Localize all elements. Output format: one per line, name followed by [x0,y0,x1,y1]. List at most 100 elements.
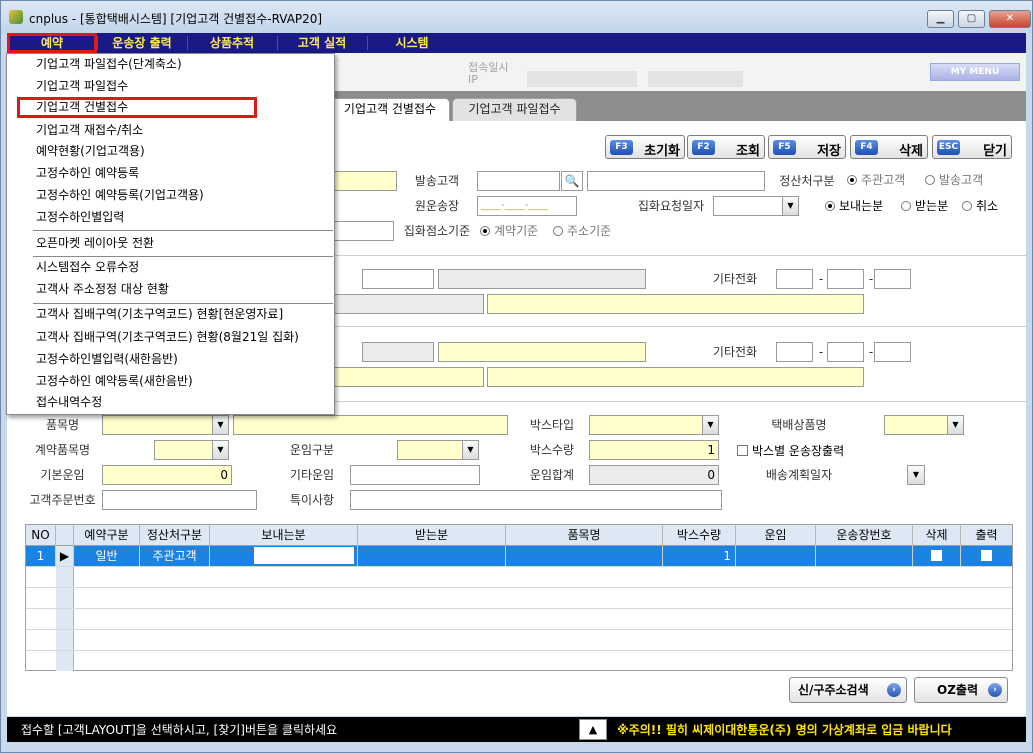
menu-system[interactable]: 시스템 [367,33,457,53]
pickup-date-select[interactable]: ▼ [713,196,799,216]
receiver-other-phone-part1[interactable] [776,342,813,362]
minimize-button[interactable]: ▁ [927,10,954,28]
base-fare-field[interactable]: 0 [102,465,232,485]
menu-item-system-error-fix[interactable]: 시스템접수 오류수정 [7,257,334,278]
delivery-plan-label: 배송계획일자 [759,464,839,486]
oz-print-button[interactable]: OZ출력 › [914,677,1008,703]
receiver-other-phone-part3[interactable] [874,342,911,362]
settle-radio-sender[interactable]: 발송고객 [925,171,983,189]
menu-item-file-receipt-simple[interactable]: 기업고객 파일접수(단계축소) [7,54,334,75]
my-menu-button[interactable]: MY MENU [930,63,1020,81]
direction-radio-send[interactable]: 보내는분 [825,197,883,215]
table-row[interactable] [26,651,1012,672]
menu-item-fixed-receiver-reg[interactable]: 고정수하인 예약등록 [7,163,334,184]
original-waybill-field[interactable]: ____-____-____ [477,196,577,216]
per-box-print-checkbox[interactable]: 박스별 운송장출력 [737,442,844,460]
tab-individual-receipt[interactable]: 기업고객 건별접수 [330,98,450,121]
menu-item-file-receipt[interactable]: 기업고객 파일접수 [7,76,334,97]
sender-address-field[interactable] [327,294,484,314]
status-bar: 접수할 [고객LAYOUT]을 선택하시고, [찾기]버튼을 클릭하세요 ▲ ※… [7,717,1026,742]
save-button[interactable]: F5 저장 [768,135,846,159]
other-phone-part3[interactable] [874,269,911,289]
reservation-dropdown-menu: 기업고객 파일접수(단계축소) 기업고객 파일접수 기업고객 건별접수 기업고객… [6,53,335,415]
item-name-select[interactable]: ▼ [102,415,229,435]
contract-item-select[interactable]: ▼ [154,440,229,460]
pickup-branch-radio-address[interactable]: 주소기준 [553,222,611,240]
other-phone-part1[interactable] [776,269,813,289]
table-row[interactable] [26,630,1012,651]
table-row[interactable]: 1 ▶ 일반 주관고객 1 [26,546,1012,567]
menu-item-delivery-zone-current[interactable]: 고객사 집배구역(기초구역코드) 현황[현운영자료] [7,304,334,325]
direction-radio-receive[interactable]: 받는분 [901,197,948,215]
ip-info-field [648,71,743,87]
menu-item-reservation-status[interactable]: 예약현황(기업고객용) [7,141,334,162]
receiver-phone-field[interactable] [362,342,434,362]
menu-item-re-receipt[interactable]: 기업고객 재접수/취소 [7,120,334,141]
window-title: cnplus - [통합택배시스템] [기업고객 건별접수-RVAP20] [29,12,323,26]
maximize-button[interactable]: ▢ [958,10,985,28]
chevron-down-icon: ▼ [947,416,963,434]
close-button[interactable]: ✕ [989,10,1031,28]
menu-item-fixed-receiver-input[interactable]: 고정수하인별입력 [7,207,334,228]
settle-radio-main[interactable]: 주관고객 [847,171,905,189]
delete-checkbox[interactable] [931,550,942,561]
other-fare-label: 기타운임 [273,464,351,486]
menu-item-openmarket-layout[interactable]: 오픈마켓 레이아웃 전환 [7,233,334,254]
print-checkbox[interactable] [981,550,992,561]
menu-item-fixed-receiver-reg-corp[interactable]: 고정수하인 예약등록(기업고객용) [7,185,334,206]
address-search-button[interactable]: 신/구주소검색 › [789,677,907,703]
item-name-field[interactable] [233,415,508,435]
search-button[interactable]: F2 조회 [687,135,765,159]
menu-item-fixed-receiver-reg-saehan[interactable]: 고정수하인 예약등록(새한음반) [7,371,334,392]
status-message: 접수할 [고객LAYOUT]을 선택하시고, [찾기]버튼을 클릭하세요 [21,723,338,737]
sender-tel-field[interactable] [438,269,646,289]
search-icon[interactable]: 🔍 [561,171,583,191]
sender-name-field[interactable] [587,171,765,191]
sender-cell-editor[interactable] [254,547,354,564]
delete-button[interactable]: F4 삭제 [850,135,928,159]
delivery-plan-select[interactable]: ▼ [907,465,925,485]
sender-code-field[interactable] [477,171,560,191]
tab-file-receipt[interactable]: 기업고객 파일접수 [452,98,577,121]
freight-type-select[interactable]: ▼ [397,440,479,460]
pickup-branch-radio-contract[interactable]: 계약기준 [480,222,538,240]
menu-item-fixed-receiver-saehan[interactable]: 고정수하인별입력(새한음반) [7,349,334,370]
chevron-down-icon: ▼ [908,466,924,484]
receipt-grid[interactable]: NO 예약구분 정산처구분 보내는분 받는분 품목명 박스수량 운임 운송장번호… [25,524,1013,671]
col-receiver: 받는분 [358,525,506,546]
receiver-address-field[interactable] [327,367,484,387]
menu-waybill-print[interactable]: 운송장 출력 [97,33,187,53]
other-fare-field[interactable] [350,465,480,485]
pickup-branch-field[interactable] [327,221,394,241]
receiver-address-detail[interactable] [487,367,864,387]
f3-key-icon: F3 [610,140,633,155]
table-row[interactable] [26,567,1012,588]
product-select[interactable]: ▼ [884,415,964,435]
up-arrow-button[interactable]: ▲ [579,719,607,740]
sender-phone-field[interactable] [362,269,434,289]
reset-button[interactable]: F3 초기화 [605,135,685,159]
box-qty-field[interactable]: 1 [589,440,719,460]
special-field[interactable] [350,490,722,510]
chevron-down-icon: ▼ [462,441,478,459]
table-row[interactable] [26,609,1012,630]
total-fare-field: 0 [589,465,719,485]
order-no-field[interactable] [102,490,257,510]
menu-item-receipt-edit[interactable]: 접수내역수정 [7,392,334,413]
close-form-button[interactable]: ESC 닫기 [932,135,1012,159]
direction-radio-cancel[interactable]: 취소 [962,197,998,215]
receiver-tel-field[interactable] [438,342,646,362]
menu-item-delivery-zone-0821[interactable]: 고객사 집배구역(기초구역코드) 현황(8월21일 집화) [7,327,334,348]
menu-tracking[interactable]: 상품추적 [187,33,277,53]
sender-address-detail[interactable] [487,294,864,314]
menu-customer-performance[interactable]: 고객 실적 [277,33,367,53]
menu-item-address-correction[interactable]: 고객사 주소정정 대상 현황 [7,279,334,300]
menu-reservation[interactable]: 예약 [7,33,97,53]
box-type-select[interactable]: ▼ [589,415,719,435]
receiver-other-phone-part2[interactable] [827,342,864,362]
menu-item-individual-receipt[interactable]: 기업고객 건별접수 [17,97,257,118]
table-row[interactable] [26,588,1012,609]
col-no: NO [26,525,56,546]
customer-code-field[interactable] [327,171,397,191]
other-phone-part2[interactable] [827,269,864,289]
